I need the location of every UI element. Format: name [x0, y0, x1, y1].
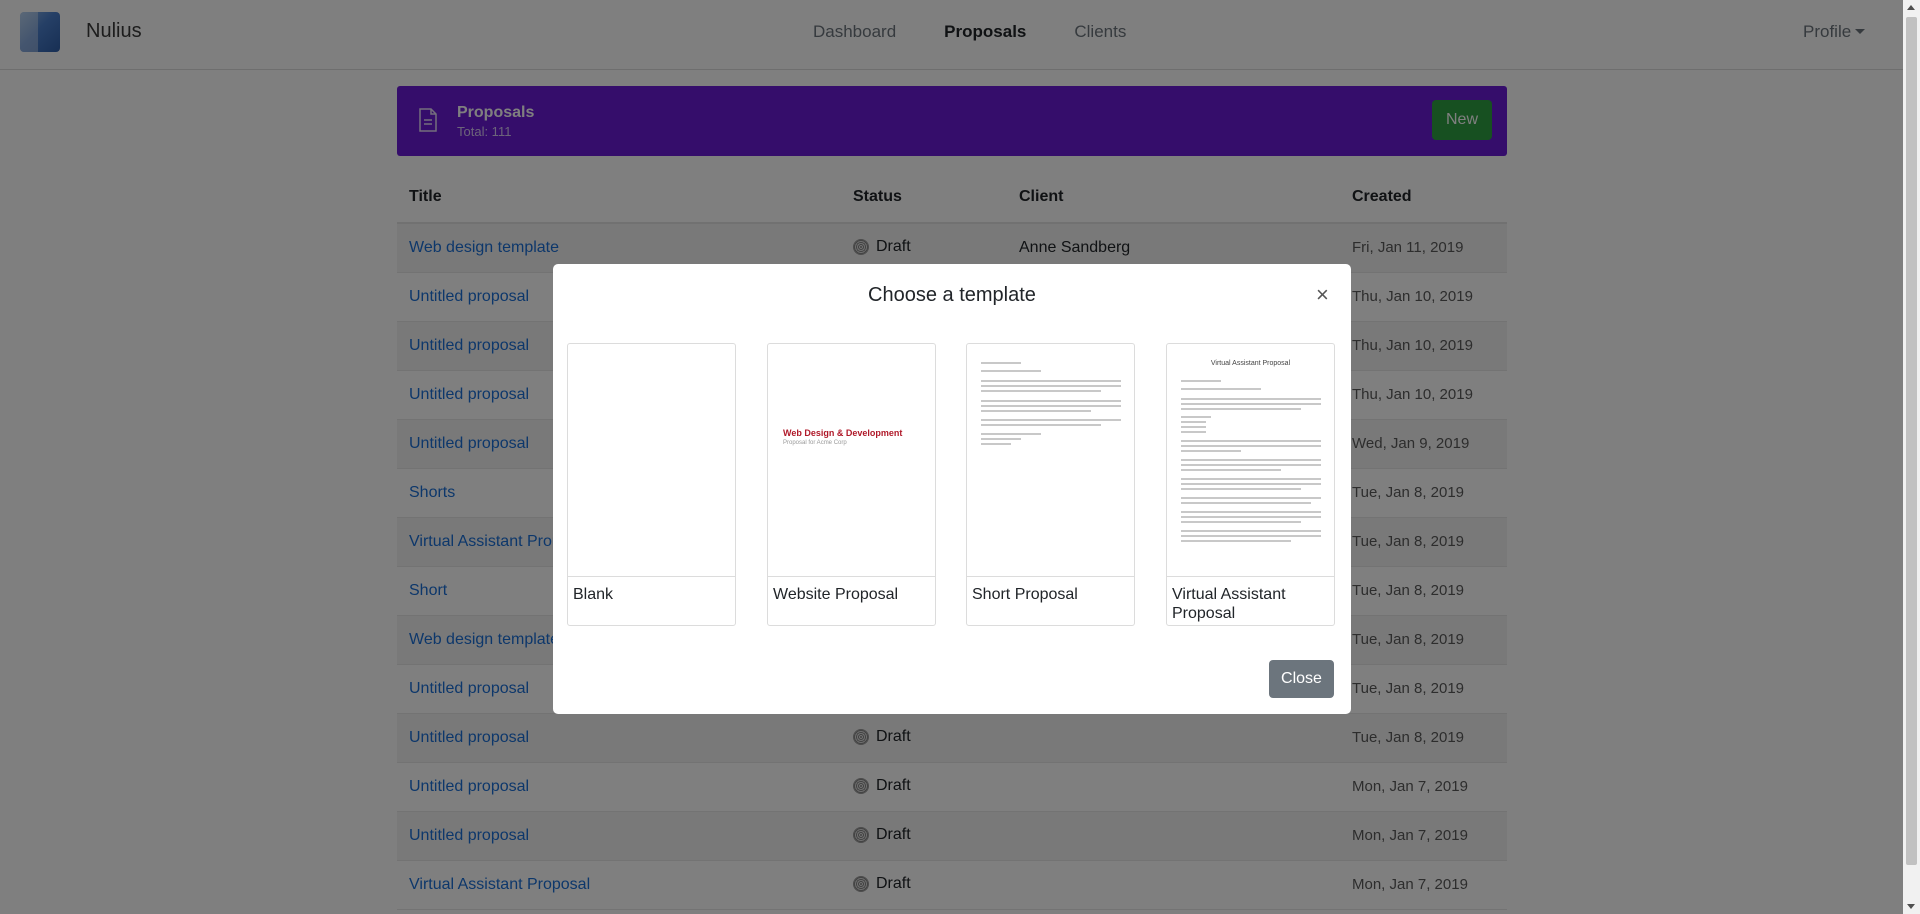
preview-text-line: [1181, 450, 1241, 452]
preview-text-line: [981, 433, 1041, 435]
scroll-down-arrow-icon[interactable]: [1907, 904, 1915, 909]
preview-text-line: [1181, 535, 1321, 537]
preview-text-line: [1181, 530, 1321, 532]
template-preview-website: Web Design & Development Proposal for Ac…: [768, 344, 935, 577]
preview-text-line: [1181, 478, 1321, 480]
modal-close-x-button[interactable]: ×: [1316, 284, 1329, 306]
scroll-up-arrow-icon[interactable]: [1907, 5, 1915, 10]
preview-text-line: [1181, 440, 1321, 442]
preview-text-line: [981, 410, 1091, 412]
preview-text-line: [1181, 497, 1321, 499]
template-preview-virtual-assistant: Virtual Assistant Proposal: [1167, 344, 1334, 577]
preview-text-line: [981, 385, 1121, 387]
preview-text-line: [1181, 426, 1206, 428]
preview-text-line: [1181, 416, 1211, 418]
preview-text-line: [1181, 445, 1321, 447]
preview-text-line: [981, 390, 1101, 392]
template-label: Short Proposal: [972, 586, 1078, 603]
preview-text-line: [1181, 403, 1321, 405]
preview-text-line: [981, 380, 1121, 382]
preview-text-line: [1181, 388, 1261, 390]
template-card-website-proposal[interactable]: Web Design & Development Proposal for Ac…: [767, 343, 936, 626]
preview-text-line: [981, 438, 1021, 440]
preview-text-line: [981, 400, 1121, 402]
preview-text-line: [981, 424, 1101, 426]
template-card-virtual-assistant-proposal[interactable]: Virtual Assistant Proposal Virtual Assis…: [1166, 343, 1335, 626]
template-card-short-proposal[interactable]: Short Proposal: [966, 343, 1135, 626]
template-label: Website Proposal: [773, 586, 899, 603]
preview-text-line: [981, 362, 1021, 364]
preview-text-line: [1181, 398, 1321, 400]
template-preview-short: [967, 344, 1134, 577]
preview-heading: Web Design & Development: [783, 428, 903, 438]
preview-text-line: [981, 419, 1121, 421]
preview-text-line: [1181, 540, 1291, 542]
preview-text-line: [981, 443, 1011, 445]
modal-close-button[interactable]: Close: [1269, 660, 1334, 698]
preview-text-line: [1181, 459, 1321, 461]
page-scrollbar[interactable]: [1903, 0, 1920, 914]
preview-text-line: [981, 370, 1041, 372]
preview-text-line: [1181, 521, 1301, 523]
preview-subheading: Proposal for Acme Corp: [783, 440, 847, 446]
preview-text-line: [1181, 421, 1206, 423]
preview-text-line: [1181, 408, 1301, 410]
scrollbar-thumb[interactable]: [1906, 17, 1917, 865]
preview-text-line: [1181, 431, 1206, 433]
template-preview-blank: [568, 344, 735, 577]
preview-heading: Virtual Assistant Proposal: [1210, 360, 1291, 367]
choose-template-modal: Choose a template × Blank Web Design & D…: [553, 264, 1351, 714]
modal-title: Choose a template: [868, 284, 1036, 306]
preview-text-line: [1181, 469, 1281, 471]
template-label: Blank: [573, 586, 614, 603]
template-label: Virtual Assistant Proposal: [1172, 586, 1286, 622]
preview-text-line: [981, 405, 1121, 407]
preview-text-line: [1181, 380, 1221, 382]
preview-text-line: [1181, 483, 1321, 485]
template-card-blank[interactable]: Blank: [567, 343, 736, 626]
preview-text-line: [1181, 516, 1321, 518]
preview-text-line: [1181, 502, 1311, 504]
preview-text-line: [1181, 488, 1301, 490]
preview-text-line: [1181, 511, 1321, 513]
preview-text-line: [1181, 464, 1321, 466]
